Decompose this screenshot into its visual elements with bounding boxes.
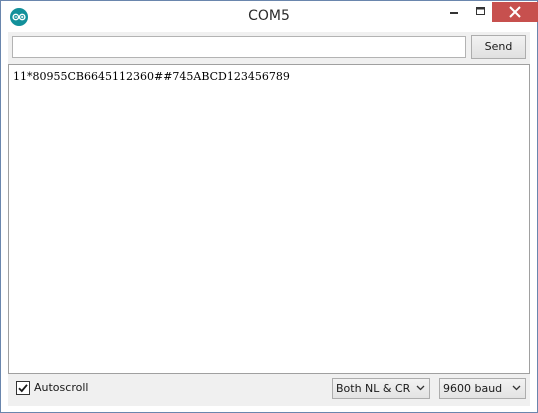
chevron-down-icon — [416, 385, 425, 391]
close-button[interactable] — [492, 2, 538, 22]
minimize-button[interactable] — [441, 2, 467, 22]
autoscroll-label[interactable]: Autoscroll — [34, 380, 88, 396]
maximize-icon — [476, 7, 485, 15]
title-bar[interactable]: COM5 — [1, 1, 538, 32]
autoscroll-checkbox[interactable] — [16, 381, 30, 395]
serial-output[interactable]: 11*80955CB6645112360##745ABCD123456789 — [8, 64, 530, 374]
send-button[interactable]: Send — [471, 35, 526, 59]
serial-monitor-window: COM5 Send 11*80955CB6645112360##745ABCD1… — [0, 0, 538, 413]
arduino-logo-icon — [10, 8, 28, 26]
line-ending-select[interactable]: Both NL & CR — [332, 378, 430, 399]
minimize-icon — [450, 12, 458, 14]
monitor-client-area: Send 11*80955CB6645112360##745ABCD123456… — [8, 32, 530, 406]
send-input[interactable] — [12, 36, 466, 58]
baud-rate-select[interactable]: 9600 baud — [439, 378, 526, 399]
output-line: 11*80955CB6645112360##745ABCD123456789 — [13, 70, 290, 83]
baud-rate-value: 9600 baud — [443, 382, 503, 395]
maximize-button[interactable] — [468, 2, 494, 22]
chevron-down-icon — [512, 385, 521, 391]
line-ending-value: Both NL & CR — [336, 382, 411, 395]
checkmark-icon — [18, 384, 28, 393]
close-icon — [509, 6, 521, 18]
